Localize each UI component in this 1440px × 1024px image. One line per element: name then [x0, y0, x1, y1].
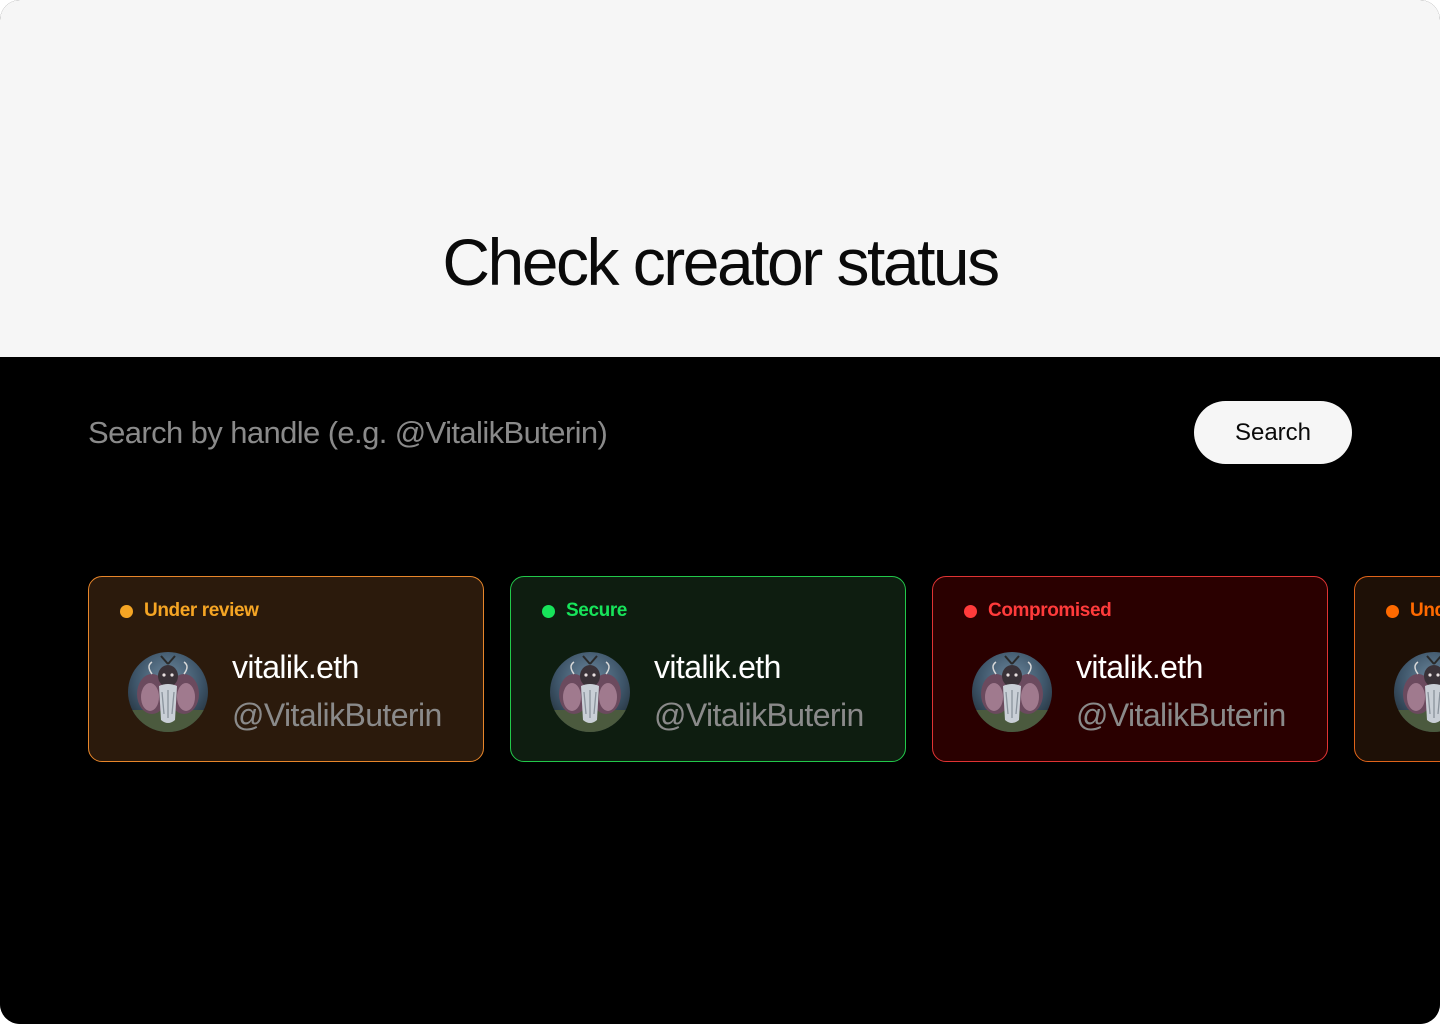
avatar-image: [1394, 652, 1440, 732]
status-badge: Secure: [542, 599, 627, 623]
avatar-image: [550, 652, 630, 732]
creator-handle: @VitalikButerin: [1076, 697, 1286, 733]
search-button[interactable]: Search: [1194, 401, 1352, 464]
avatar-image: [128, 652, 208, 732]
status-label: Compromised: [988, 600, 1112, 621]
avatar-image: [972, 652, 1052, 732]
status-label: Under review: [1410, 600, 1440, 621]
creator-handle: @VitalikButerin: [232, 697, 442, 733]
status-dot-icon: [964, 604, 977, 618]
status-badge: Under review: [120, 599, 259, 623]
creator-name: vitalik.eth: [232, 649, 359, 685]
status-dot-icon: [1386, 604, 1399, 618]
avatar: [128, 652, 208, 732]
creator-cards-list: Under review vitalik.eth @VitalikButerin…: [88, 576, 1440, 764]
page-title: Check creator status: [442, 225, 1000, 299]
creator-handle: @VitalikButerin: [654, 697, 864, 733]
hero-section: Check creator status: [0, 0, 1440, 357]
avatar: [972, 652, 1052, 732]
creator-card[interactable]: Secure vitalik.eth @VitalikButerin: [510, 576, 906, 762]
app-frame: Check creator status Search Under review: [0, 0, 1440, 1024]
status-dot-icon: [542, 604, 555, 618]
status-dot-icon: [120, 604, 133, 618]
avatar: [550, 652, 630, 732]
status-badge: Compromised: [964, 599, 1112, 623]
avatar: [1394, 652, 1440, 732]
status-badge: Under review: [1386, 599, 1440, 623]
status-label: Under review: [144, 600, 259, 621]
creator-name: vitalik.eth: [1076, 649, 1203, 685]
creator-card[interactable]: Under review: [1354, 576, 1440, 762]
creator-card[interactable]: Compromised vitalik.eth @VitalikButerin: [932, 576, 1328, 762]
creator-name: vitalik.eth: [654, 649, 781, 685]
status-label: Secure: [566, 600, 627, 621]
search-input[interactable]: [88, 405, 1148, 461]
creator-card[interactable]: Under review: [88, 576, 484, 762]
